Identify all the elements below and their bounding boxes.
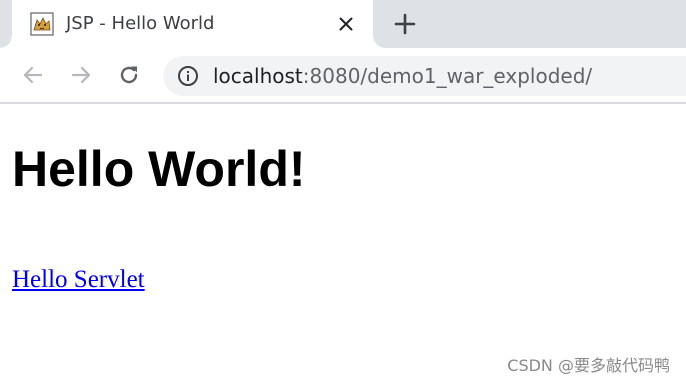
tab-title: JSP - Hello World <box>66 13 215 34</box>
arrow-left-icon <box>23 66 43 84</box>
page-content: Hello World! Hello Servlet CSDN @要多敲代码鸭 <box>0 104 686 383</box>
browser-window: JSP - Hello World localhost:8080/demo1_w… <box>0 0 686 383</box>
tab-close-button[interactable] <box>334 12 358 36</box>
tomcat-icon <box>30 12 54 36</box>
reload-button[interactable] <box>114 60 144 90</box>
forward-button[interactable] <box>66 60 96 90</box>
address-bar[interactable]: localhost:8080/demo1_war_exploded/ <box>163 56 686 96</box>
hello-servlet-link[interactable]: Hello Servlet <box>12 264 145 296</box>
close-icon <box>339 17 353 31</box>
watermark: CSDN @要多敲代码鸭 <box>507 356 670 375</box>
page-heading: Hello World! <box>12 141 306 197</box>
plus-icon <box>394 13 416 35</box>
tab-active[interactable]: JSP - Hello World <box>0 0 385 48</box>
tab-strip: JSP - Hello World <box>0 0 686 48</box>
reload-icon <box>120 66 138 84</box>
url-text[interactable]: localhost:8080/demo1_war_exploded/ <box>213 56 592 96</box>
arrow-right-icon <box>71 66 91 84</box>
url-path: :8080/demo1_war_exploded/ <box>302 64 593 88</box>
info-icon[interactable] <box>177 65 199 87</box>
back-button[interactable] <box>18 60 48 90</box>
toolbar: localhost:8080/demo1_war_exploded/ <box>0 48 686 104</box>
url-host: localhost <box>213 64 303 88</box>
new-tab-button[interactable] <box>392 11 418 37</box>
